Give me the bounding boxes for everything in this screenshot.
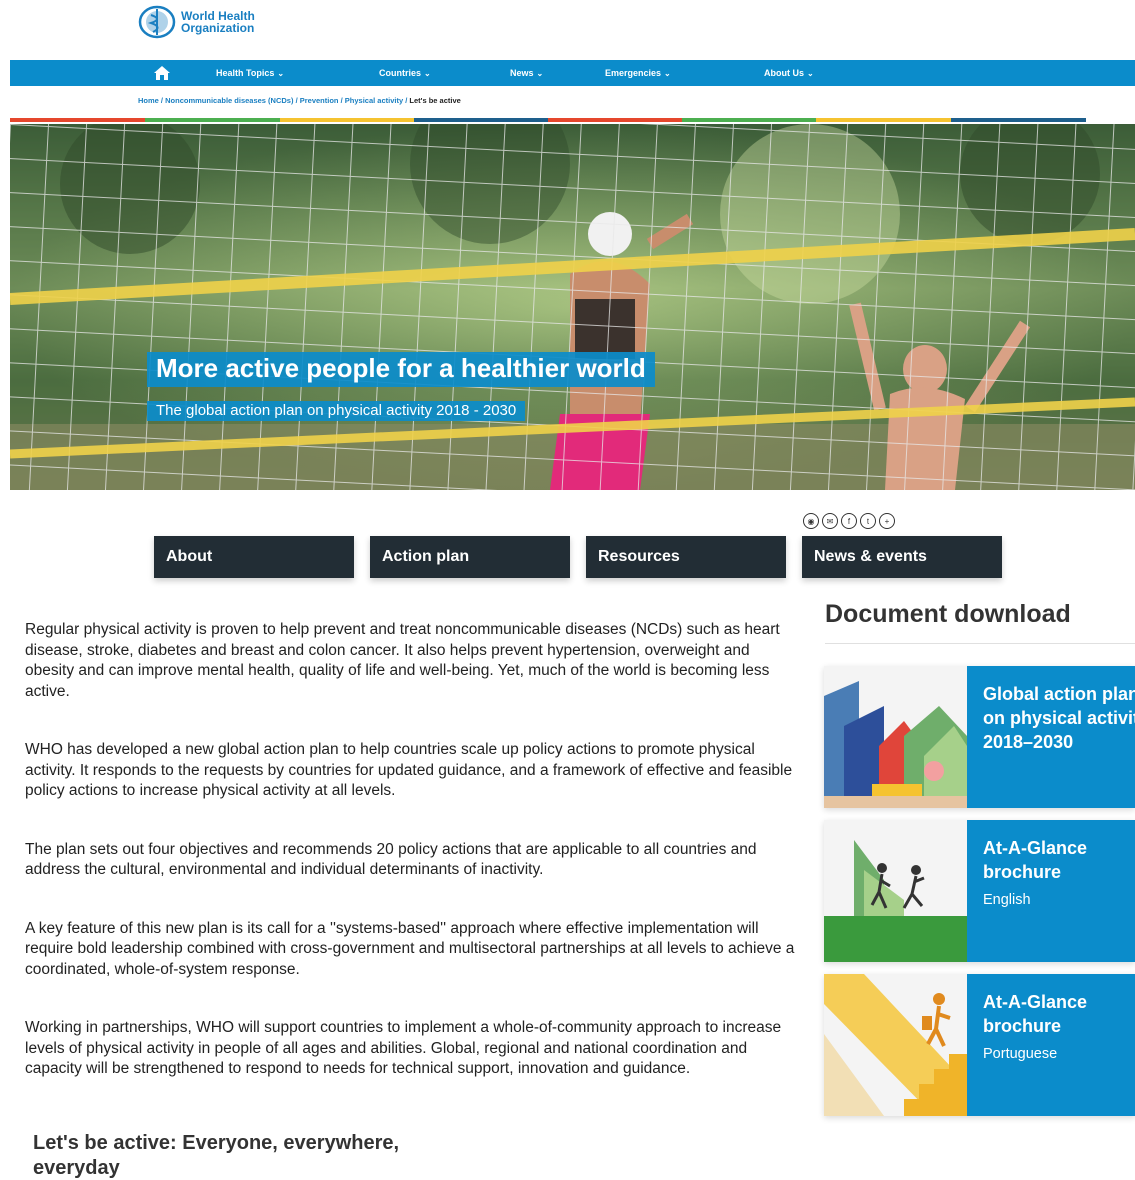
chevron-down-icon: ⌄ [664,69,671,78]
card-language: English [983,892,1031,908]
color-strip-segment [10,118,145,122]
color-strip-segment [951,118,1086,122]
twitter-icon[interactable]: t [860,513,876,529]
card-title-line: At-A-Glance [983,992,1088,1012]
nav-health-topics[interactable]: Health Topics ⌄ [216,60,284,86]
card-title-line: brochure [983,1016,1062,1036]
card-title-line: 2018–2030 [983,732,1074,752]
main-nav: Health Topics ⌄ Countries ⌄ News ⌄ Emergenc… [10,60,1135,86]
reddit-icon[interactable]: ◉ [803,513,819,529]
who-emblem-icon [138,5,176,39]
nav-label: Emergencies [605,68,662,78]
card-title-line: At-A-Glance [983,838,1088,858]
body-paragraph: Regular physical activity is proven to h… [25,621,780,700]
tab-news-events[interactable]: News & events [802,536,1002,578]
breadcrumb-link[interactable]: Home [138,96,159,105]
chevron-down-icon: ⌄ [536,69,544,78]
download-card-global-action-plan[interactable]: Global action plan on physical activity … [824,666,1135,808]
card-language: Portuguese [983,1046,1058,1062]
hero-banner: More active people for a healthier world… [10,124,1135,490]
nav-news[interactable]: News ⌄ [510,60,543,86]
section-heading: Let's be active: Everyone, everywhere, e… [33,1132,400,1179]
tab-action-plan[interactable]: Action plan [370,536,570,578]
nav-about-us[interactable]: About Us ⌄ [764,60,814,86]
color-strip-segment [280,118,414,122]
breadcrumb-link[interactable]: Noncommunicable diseases (NCDs) [165,96,293,105]
home-icon[interactable] [153,65,171,81]
download-card-brochure-english[interactable]: At-A-Glance brochure English [824,820,1135,962]
share-bar: ◉ ✉ f t + [803,513,895,529]
color-strip-segment [145,118,280,122]
body-paragraph: WHO has developed a new global action pl… [25,741,793,799]
hero-subtitle: The global action plan on physical activ… [147,401,526,421]
breadcrumb-link[interactable]: Prevention [300,96,339,105]
main-content: Regular physical activity is proven to h… [25,620,800,1118]
tab-resources[interactable]: Resources [586,536,786,578]
body-paragraph: Working in partnerships, WHO will suppor… [25,1019,782,1077]
card-title: At-A-Glance brochure [983,990,1135,1038]
nav-label: About Us [764,68,804,78]
nav-label: Health Topics [216,68,275,78]
download-card-brochure-portuguese[interactable]: At-A-Glance brochure Portuguese [824,974,1135,1116]
card-title: At-A-Glance brochure [983,836,1135,884]
chevron-down-icon: ⌄ [807,69,814,78]
city-illustration-icon [824,666,967,808]
facebook-icon[interactable]: f [841,513,857,529]
nav-label: Countries [379,68,422,78]
stairs-illustration-icon [824,974,967,1116]
plus-icon[interactable]: + [879,513,895,529]
logo-text-line2: Organization [181,21,255,35]
runners-illustration-icon [824,820,967,962]
card-title-line: brochure [983,862,1062,882]
breadcrumb-current: Let's be active [409,96,461,105]
divider [825,643,1135,644]
body-paragraph: A key feature of this new plan is its ca… [25,919,795,978]
nav-label: News [510,68,534,78]
chevron-down-icon: ⌄ [424,69,431,78]
email-icon[interactable]: ✉ [822,513,838,529]
color-strip-segment [682,118,816,122]
breadcrumb-link[interactable]: Physical activity [345,96,403,105]
card-title-line: Global action plan [983,684,1135,704]
nav-emergencies[interactable]: Emergencies ⌄ [605,60,671,86]
document-download-title: Document download [825,600,1071,628]
card-title-line: on physical activity [983,708,1135,728]
color-strip-segment [548,118,682,122]
chevron-down-icon: ⌄ [277,69,285,78]
hero-title: More active people for a healthier world [147,352,655,387]
breadcrumb: Home / Noncommunicable diseases (NCDs) /… [138,96,461,105]
hero-volleyball-image [10,124,1135,490]
who-logo[interactable]: World Health Organization [137,5,255,39]
body-paragraph: The plan sets out four objectives and re… [25,840,757,879]
nav-countries[interactable]: Countries ⌄ [379,60,431,86]
tab-about[interactable]: About [154,536,354,578]
card-title: Global action plan on physical activity … [983,682,1135,754]
color-strip-segment [414,118,548,122]
color-strip-segment [816,118,951,122]
